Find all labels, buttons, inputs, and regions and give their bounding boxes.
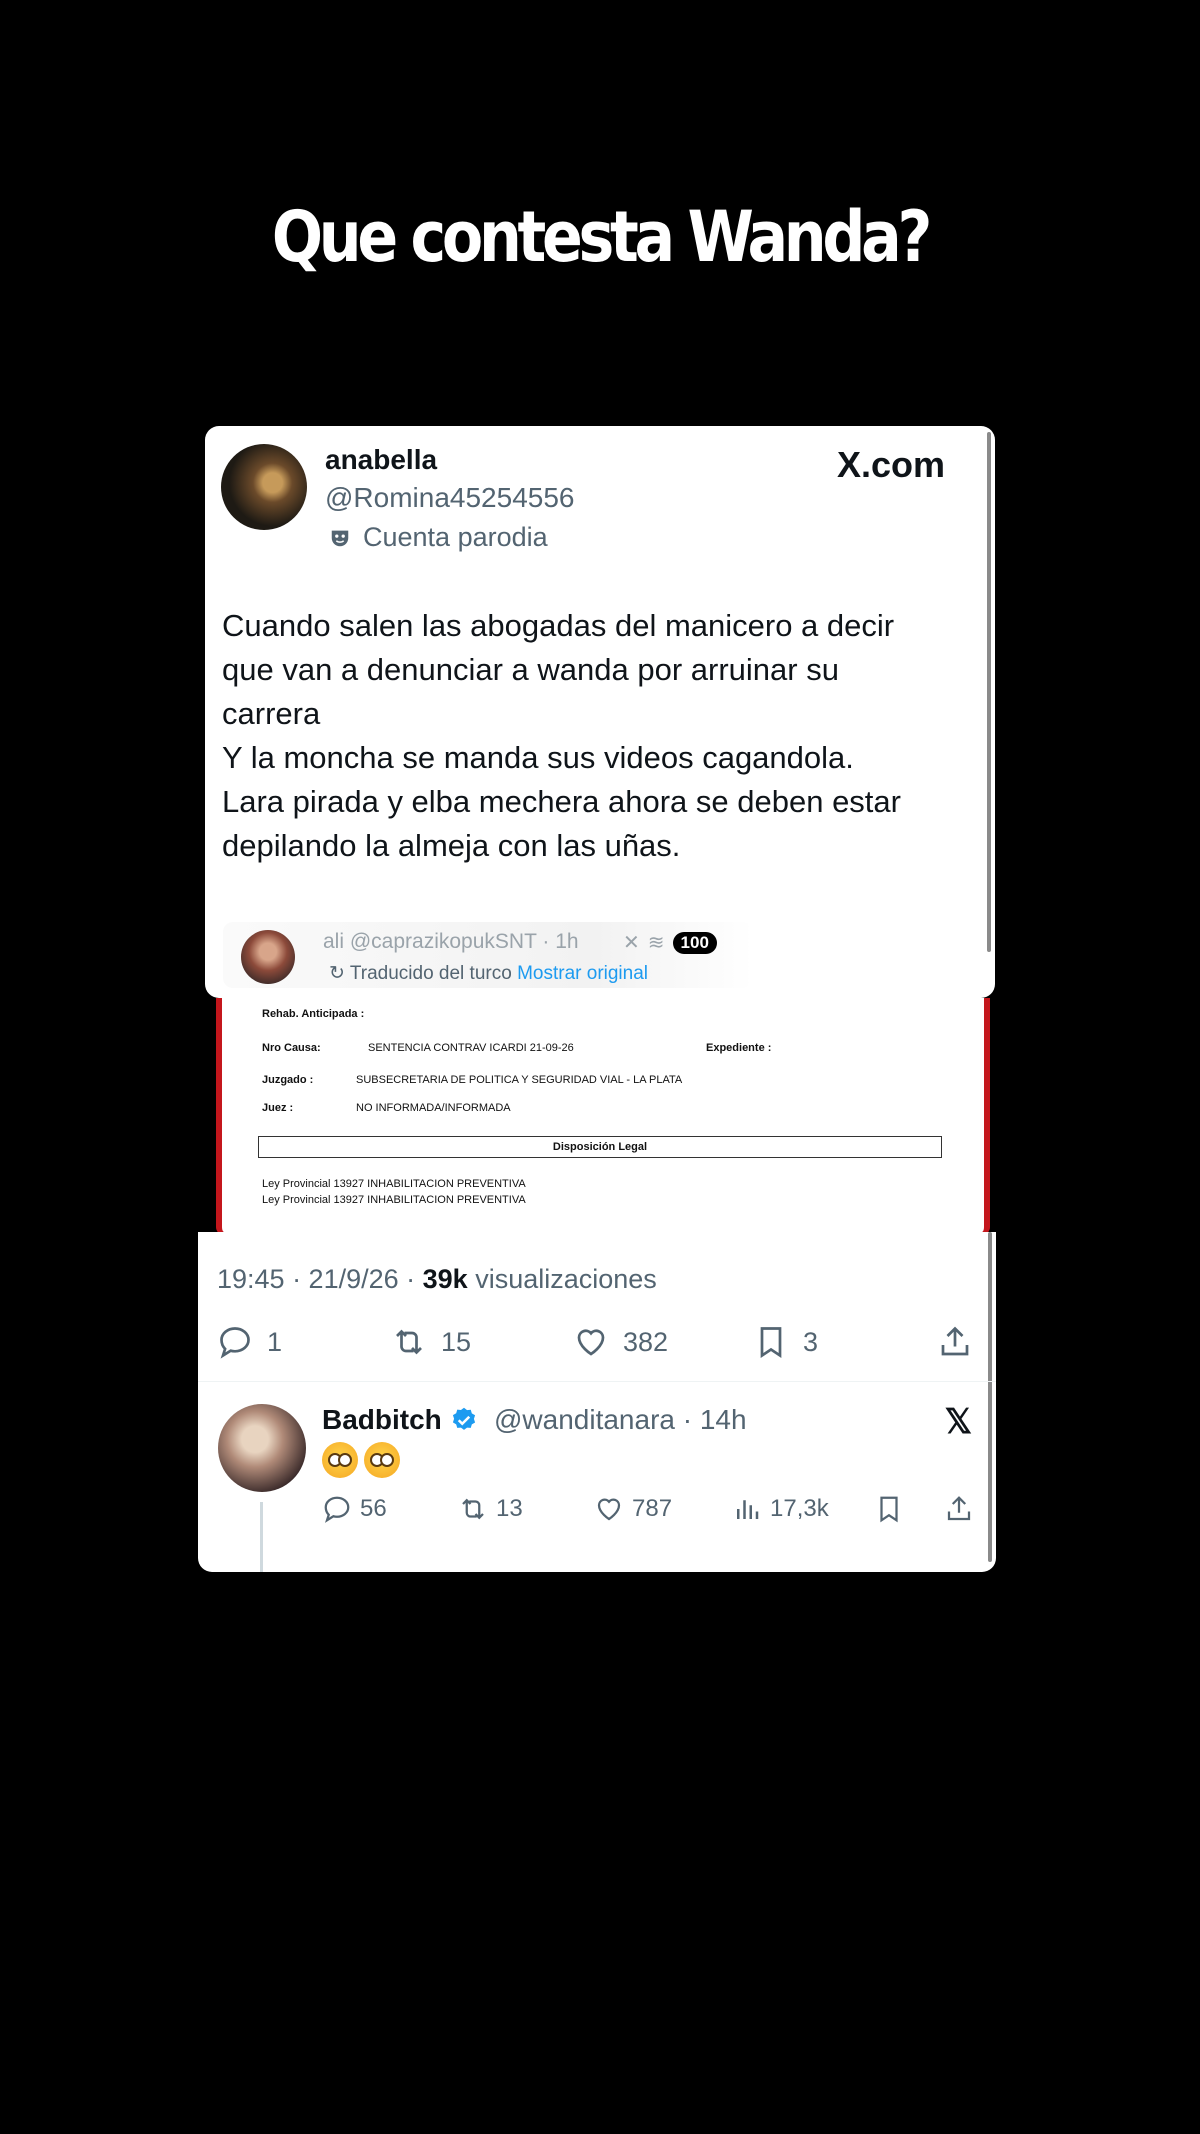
doc-juez-label: Juez :: [262, 1102, 294, 1114]
reply-actions: 56 13 787 17,3k: [322, 1494, 982, 1526]
reply-reply-button[interactable]: 56: [322, 1494, 387, 1524]
reply-retweet-count: 13: [496, 1495, 523, 1522]
doc-causa-value: SENTENCIA CONTRAV ICARDI 21-09-26: [368, 1042, 574, 1054]
reply-retweet-button[interactable]: 13: [458, 1494, 523, 1524]
divider: [198, 1381, 996, 1382]
bookmark-button[interactable]: 3: [753, 1324, 818, 1360]
views-label: visualizaciones: [467, 1264, 657, 1294]
flushed-face-emoji-icon: [322, 1442, 358, 1478]
parody-badge: Cuenta parodia: [329, 522, 548, 553]
x-brand: X.com: [837, 444, 945, 486]
translated-label: Traducido del turco: [349, 963, 512, 984]
like-button[interactable]: 382: [573, 1324, 668, 1360]
reply-like-button[interactable]: 787: [594, 1494, 672, 1524]
like-count: 382: [623, 1326, 669, 1357]
doc-rehab: Rehab. Anticipada :: [262, 1008, 365, 1020]
user-handle[interactable]: @Romina45254556: [325, 482, 574, 514]
doc-causa-label: Nro Causa:: [262, 1042, 321, 1054]
views-count: 39k: [422, 1264, 468, 1294]
x-logo-icon: 𝕏: [944, 1403, 972, 1441]
reply-icon: [324, 1496, 350, 1523]
doc-legal-line: Ley Provincial 13927 INHABILITACION PREV…: [262, 1178, 526, 1190]
avatar[interactable]: [221, 444, 307, 530]
headline: Que contesta Wanda?: [271, 196, 932, 278]
tweet-footer: 19:45 · 21/9/26 · 39k visualizaciones 1 …: [198, 1232, 996, 1572]
reply-avatar[interactable]: [218, 1404, 306, 1492]
quoted-name: ali: [323, 930, 345, 953]
thread-line: [260, 1502, 263, 1572]
reply-like-count: 787: [632, 1495, 673, 1522]
doc-juzgado-label: Juzgado :: [262, 1074, 314, 1086]
bookmark-count: 3: [803, 1326, 819, 1357]
reply-text: [322, 1442, 400, 1478]
reply-icon: [220, 1327, 250, 1359]
share-icon: [947, 1496, 971, 1521]
bookmark-icon: [880, 1496, 898, 1523]
tweet-meta: 19:45 · 21/9/26 · 39k visualizaciones: [217, 1264, 657, 1295]
share-button[interactable]: [937, 1324, 973, 1360]
doc-juzgado-value: SUBSECRETARIA DE POLITICA Y SEGURIDAD VI…: [356, 1074, 683, 1086]
tweet-text: Cuando salen las abogadas del manicero a…: [222, 608, 901, 863]
battery-badge: 100: [672, 931, 717, 954]
show-original-link[interactable]: Mostrar original: [517, 963, 648, 984]
heart-icon: [577, 1329, 605, 1356]
retweet-button[interactable]: 15: [391, 1324, 471, 1360]
doc-legal-line: Ley Provincial 13927 INHABILITACION PREV…: [262, 1194, 526, 1206]
display-name[interactable]: anabella: [325, 444, 437, 476]
bookmark-icon: [760, 1327, 782, 1359]
share-icon: [941, 1326, 969, 1356]
reply-button[interactable]: 1: [217, 1324, 282, 1360]
quoted-status-icons: ✕ ≋ 100: [623, 930, 717, 955]
heart-icon: [597, 1498, 621, 1521]
translate-icon: ↻: [329, 963, 345, 984]
tweet-actions: 1 15 382 3: [217, 1324, 985, 1360]
reply-share-button[interactable]: [944, 1494, 974, 1524]
reply-views-count: 17,3k: [770, 1495, 829, 1522]
reply-count: 1: [267, 1326, 283, 1357]
verified-badge-icon: [452, 1407, 475, 1430]
reply-views-button[interactable]: 17,3k: [732, 1494, 829, 1524]
scrollbar[interactable]: [987, 432, 991, 952]
doc-expediente-label: Expediente :: [706, 1042, 772, 1054]
document-image[interactable]: Rehab. Anticipada : Nro Causa: SENTENCIA…: [216, 998, 990, 1235]
quoted-handle: @caprazikopukSNT · 1h: [349, 930, 579, 953]
reply-author[interactable]: Badbitch: [322, 1404, 478, 1436]
tweet-time[interactable]: 19:45 · 21/9/26 ·: [217, 1264, 423, 1294]
x-brand-label: X.com: [836, 444, 945, 485]
doc-legal-header: Disposición Legal: [258, 1136, 942, 1158]
retweet-icon: [396, 1329, 422, 1355]
views-chart-icon: [737, 1500, 759, 1519]
translation-note: ↻ Traducido del turco Mostrar original: [329, 962, 648, 985]
retweet-count: 15: [441, 1326, 472, 1357]
reply-reply-count: 56: [360, 1495, 387, 1522]
parody-label: Cuenta parodia: [363, 522, 548, 552]
quoted-tweet[interactable]: ali @caprazikopukSNT · 1h ✕ ≋ 100 ↻ Trad…: [223, 922, 753, 988]
doc-juez-value: NO INFORMADA/INFORMADA: [356, 1102, 511, 1114]
tweet-card: anabella @Romina45254556 Cuenta parodia …: [205, 426, 995, 998]
quoted-avatar: [241, 930, 295, 984]
wifi-icon: ≋: [647, 932, 665, 954]
scrollbar[interactable]: [988, 1232, 992, 1562]
quoted-author: ali @caprazikopukSNT · 1h: [323, 930, 579, 954]
reply-display-name: Badbitch: [322, 1404, 442, 1435]
retweet-icon: [462, 1498, 484, 1520]
reply-bookmark-button[interactable]: [874, 1494, 904, 1524]
reply-handle[interactable]: @wanditanara · 14h: [494, 1404, 747, 1436]
flushed-face-emoji-icon: [364, 1442, 400, 1478]
parody-mask-icon: [331, 530, 349, 546]
mute-icon: ✕: [623, 932, 640, 954]
